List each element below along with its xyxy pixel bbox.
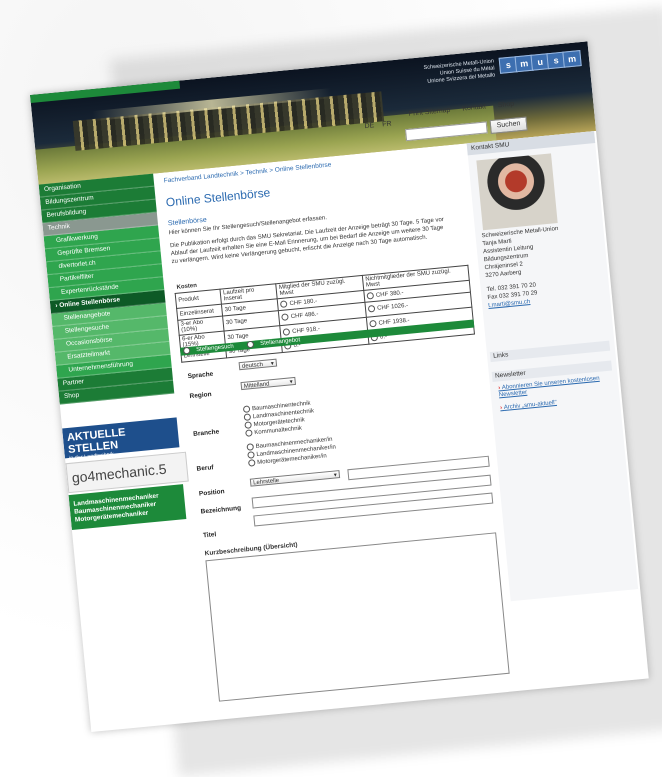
kurzbeschreibung-textarea[interactable] bbox=[205, 532, 510, 702]
bezeichnung-label: Bezeichnung bbox=[200, 504, 242, 516]
lang-de-link[interactable]: DE bbox=[364, 122, 374, 130]
price-value: CHF 380.- bbox=[375, 290, 404, 299]
price-value: CHF 1026.- bbox=[377, 303, 409, 313]
radio-button[interactable] bbox=[245, 429, 253, 437]
branche-label: Branche bbox=[192, 428, 220, 438]
radio-button[interactable] bbox=[243, 413, 252, 421]
chevron-down-icon: ▼ bbox=[288, 379, 295, 386]
brand-text: Schweizerische Metall-Union Union Suisse… bbox=[384, 58, 496, 89]
radio-button[interactable] bbox=[244, 421, 252, 429]
lang-fr-link[interactable]: FR bbox=[382, 121, 392, 129]
radio-button[interactable] bbox=[281, 313, 290, 322]
position-select[interactable]: Lehrstelle ▼ bbox=[249, 470, 341, 487]
radio-button[interactable] bbox=[280, 300, 288, 308]
price-value: CHF 180.- bbox=[289, 298, 318, 308]
page-title: Online Stellenbörse bbox=[165, 185, 271, 210]
select-value: Lehrstelle bbox=[252, 477, 280, 487]
radio-button[interactable] bbox=[246, 443, 255, 451]
radio-button[interactable] bbox=[242, 405, 251, 414]
section-subtitle: Stellenbörse bbox=[167, 216, 208, 228]
select-value: Mittelland bbox=[243, 381, 270, 390]
sprache-label: Sprache bbox=[187, 370, 214, 381]
radio-button[interactable] bbox=[247, 459, 256, 467]
website-page: Schweizerische Metall-Union Union Suisse… bbox=[30, 41, 649, 733]
select-value: deutsch bbox=[241, 361, 264, 370]
radio-button[interactable] bbox=[246, 340, 255, 349]
price-value: CHF 486.- bbox=[290, 311, 319, 321]
titel-label: Titel bbox=[202, 531, 217, 540]
radio-button[interactable] bbox=[369, 320, 378, 328]
radio-button[interactable] bbox=[283, 328, 291, 337]
region-label: Region bbox=[189, 390, 212, 401]
position-label: Position bbox=[198, 488, 225, 498]
radio-button[interactable] bbox=[367, 305, 376, 314]
radio-button[interactable] bbox=[366, 291, 375, 300]
contact-block: Schweizerische Metall-Union Tanja Marti … bbox=[481, 223, 588, 310]
region-select[interactable]: Mittelland ▼ bbox=[240, 376, 297, 391]
logo-letter[interactable]: m bbox=[562, 50, 582, 68]
contact-photo bbox=[476, 153, 558, 231]
chevron-down-icon: ▼ bbox=[332, 472, 339, 479]
sprache-select[interactable]: deutsch ▼ bbox=[238, 358, 278, 371]
radio-button[interactable] bbox=[182, 346, 191, 355]
chevron-down-icon: ▼ bbox=[269, 360, 276, 368]
radio-button[interactable] bbox=[247, 451, 255, 459]
beruf-label: Beruf bbox=[196, 464, 214, 473]
